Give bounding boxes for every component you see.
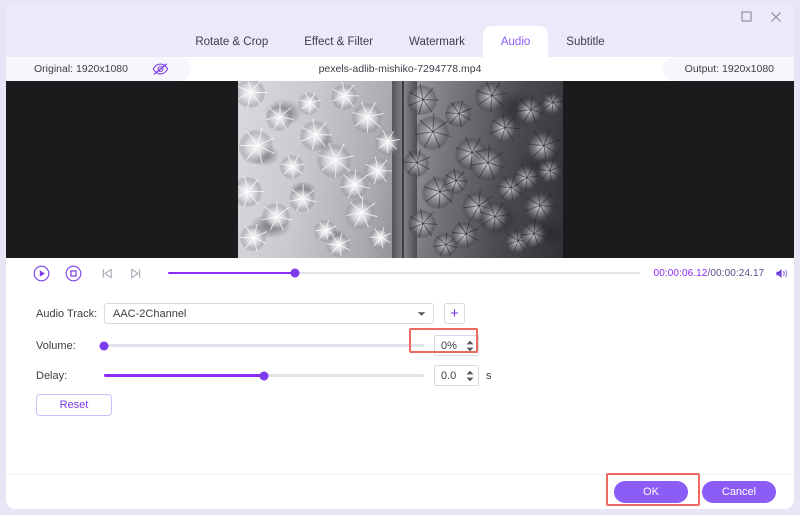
volume-label: Volume:: [36, 339, 76, 352]
total-time-label: 00:00:24.17: [710, 267, 765, 279]
app-root: Rotate & Crop Effect & Filter Watermark …: [0, 0, 800, 515]
tab-subtitle[interactable]: Subtitle: [548, 26, 622, 57]
ok-button[interactable]: OK: [614, 481, 688, 503]
add-audio-track-label: +: [450, 305, 459, 322]
window-controls: [736, 7, 786, 26]
tab-label: Subtitle: [566, 35, 605, 48]
audio-track-row: Audio Track: AAC-2Channel +: [36, 303, 465, 324]
maximize-icon: [740, 11, 752, 22]
seek-slider[interactable]: [167, 261, 640, 285]
delay-unit-label: s: [486, 369, 492, 382]
video-preview-area[interactable]: [6, 81, 794, 258]
chevron-down-icon: [417, 311, 426, 317]
branch-spike: [369, 236, 382, 238]
original-resolution-group: Original: 1920x1080: [6, 57, 191, 81]
info-bar: pexels-adlib-mishiko-7294778.mp4 Origina…: [6, 57, 794, 81]
audio-track-select[interactable]: AAC-2Channel: [104, 303, 434, 324]
dialog-footer: OK Cancel: [6, 474, 794, 509]
branch-spike: [308, 102, 311, 115]
branch-spike: [423, 222, 438, 225]
tab-watermark[interactable]: Watermark: [391, 26, 483, 57]
volume-slider-thumb[interactable]: [99, 341, 109, 350]
preview-toggle-button[interactable]: [152, 62, 169, 76]
volume-slider[interactable]: [99, 336, 424, 356]
time-display: 00:00:06.12/00:00:24.17: [654, 268, 765, 279]
volume-input[interactable]: 0%: [434, 335, 479, 356]
stop-circle-icon: [65, 265, 82, 281]
output-resolution-group: Output: 1920x1080: [662, 57, 794, 81]
maximize-button[interactable]: [736, 7, 756, 26]
tab-label: Audio: [500, 35, 531, 48]
output-resolution-label: Output: 1920x1080: [684, 63, 774, 75]
volume-row: Volume: 0%: [36, 335, 479, 356]
reset-label: Reset: [59, 399, 89, 411]
seek-thumb[interactable]: [290, 268, 300, 278]
branch-spike: [377, 169, 392, 172]
audio-settings-panel: Audio Track: AAC-2Channel + Volume: 0% D…: [6, 288, 794, 474]
eye-off-icon: [152, 63, 169, 75]
stepper-down-icon[interactable]: [466, 377, 474, 382]
stepper-up-icon[interactable]: [466, 340, 474, 345]
delay-label: Delay:: [36, 369, 68, 382]
branch-spike: [247, 190, 264, 192]
cancel-button[interactable]: Cancel: [702, 481, 776, 503]
stepper-down-icon[interactable]: [466, 347, 474, 352]
close-icon: [771, 11, 781, 22]
volume-stepper[interactable]: [466, 340, 474, 352]
branch-spike: [239, 144, 258, 146]
tab-label: Effect & Filter: [304, 35, 374, 48]
tab-label: Rotate & Crop: [195, 35, 269, 48]
delay-slider[interactable]: [104, 366, 424, 386]
stop-button[interactable]: [62, 261, 86, 285]
current-time-label: 00:00:06.12: [653, 267, 708, 279]
add-audio-track-button[interactable]: +: [444, 303, 465, 324]
delay-slider-track[interactable]: [104, 371, 424, 380]
previous-frame-icon: [102, 268, 112, 278]
original-resolution-label: Original: 1920x1080: [34, 63, 128, 75]
delay-input[interactable]: 0.0: [434, 365, 479, 386]
delay-slider-fill: [104, 374, 264, 377]
close-button[interactable]: [766, 7, 786, 26]
branch-spike: [423, 98, 439, 101]
seek-fill: [167, 271, 296, 275]
branch-spike: [386, 141, 389, 155]
play-circle-icon: [33, 265, 50, 281]
tab-bar: Rotate & Crop Effect & Filter Watermark …: [6, 26, 794, 57]
branch-spike: [251, 91, 267, 93]
audio-track-value: AAC-2Channel: [113, 307, 187, 320]
volume-icon: [776, 268, 788, 278]
reset-button[interactable]: Reset: [36, 394, 112, 416]
play-button[interactable]: [30, 261, 54, 285]
volume-button[interactable]: [770, 261, 794, 285]
tab-effect-filter[interactable]: Effect & Filter: [286, 26, 391, 57]
tab-rotate-crop[interactable]: Rotate & Crop: [177, 26, 286, 57]
stepper-up-icon[interactable]: [466, 370, 474, 375]
video-frame: [238, 81, 563, 258]
tab-audio[interactable]: Audio: [482, 26, 549, 57]
delay-stepper[interactable]: [466, 370, 474, 382]
editor-window: Rotate & Crop Effect & Filter Watermark …: [6, 4, 794, 509]
delay-slider-thumb[interactable]: [259, 371, 269, 380]
previous-frame-button[interactable]: [95, 261, 119, 285]
branch-spike: [334, 159, 337, 178]
reset-row: Reset: [36, 394, 112, 416]
audio-track-label: Audio Track:: [36, 307, 98, 320]
branch-spike: [438, 191, 441, 208]
tab-label: Watermark: [409, 35, 465, 48]
next-frame-icon: [131, 268, 141, 278]
volume-slider-track[interactable]: [99, 341, 424, 350]
seek-track[interactable]: [167, 268, 640, 278]
volume-value: 0%: [441, 339, 457, 352]
delay-row: Delay: 0.0 s: [36, 365, 492, 386]
next-frame-button[interactable]: [124, 261, 148, 285]
delay-value: 0.0: [441, 369, 457, 382]
playback-control-bar: 00:00:06.12/00:00:24.17: [6, 258, 794, 288]
